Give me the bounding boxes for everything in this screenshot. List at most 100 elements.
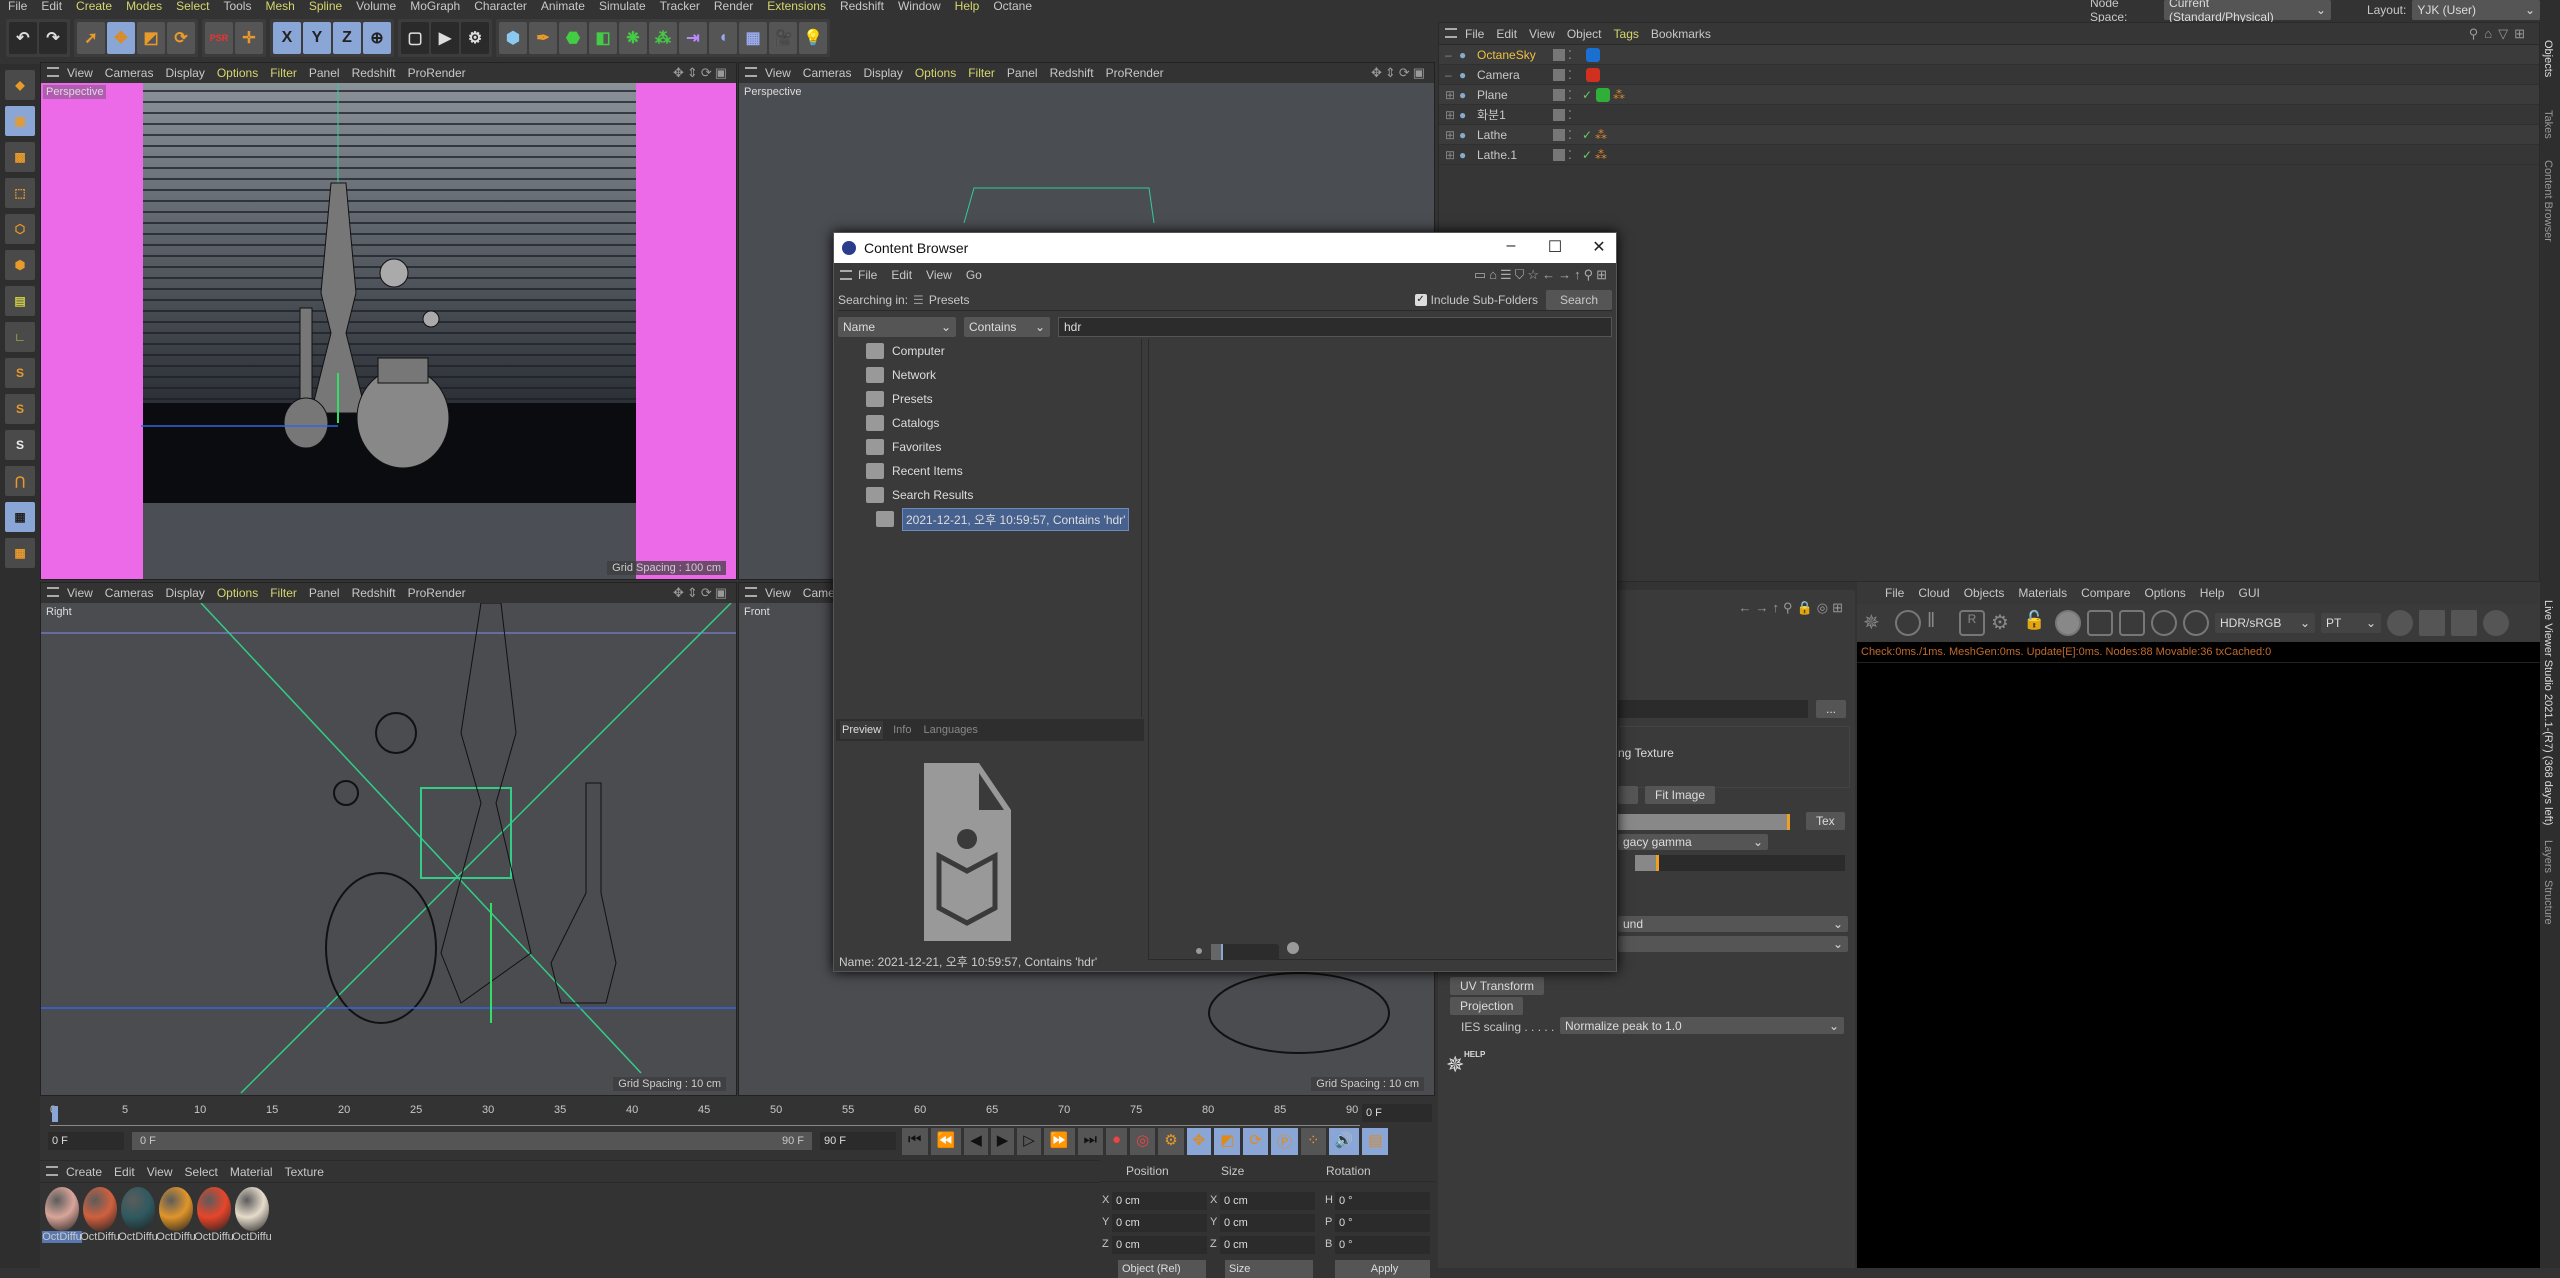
render-dots-icon[interactable]: ⁚ (1568, 128, 1582, 142)
gamma-select[interactable]: gacy gamma ⌄ (1618, 834, 1768, 850)
viewport-menu-panel[interactable]: Panel (1007, 66, 1038, 80)
object-name[interactable]: Lathe.1 (1473, 148, 1553, 162)
color-space-select[interactable]: HDR/sRGB ⌄ (2215, 613, 2315, 633)
coordinate-mode-select[interactable]: Object (Rel) (1118, 1260, 1206, 1278)
render-settings-button[interactable]: ⚙ (461, 22, 489, 54)
menu-animate[interactable]: Animate (541, 0, 585, 14)
viewport-menu-view[interactable]: View (765, 66, 791, 80)
filter-icon[interactable]: ▽ (2498, 26, 2514, 41)
cb-menu-edit[interactable]: Edit (891, 268, 912, 282)
projection-button[interactable]: Projection (1450, 997, 1524, 1015)
search-icon[interactable]: ⚲ (1584, 267, 1597, 282)
go-start-button[interactable]: ⏮ (902, 1128, 928, 1155)
new-panel-icon[interactable]: ⊞ (1596, 267, 1610, 282)
material-menu-edit[interactable]: Edit (114, 1165, 135, 1179)
viewport-menu-view[interactable]: View (67, 586, 93, 600)
menu-select[interactable]: Select (176, 0, 209, 14)
new-panel-icon[interactable]: ⊞ (1832, 600, 1847, 615)
psr-button[interactable]: PSR (205, 22, 233, 54)
viewport-menu-redshift[interactable]: Redshift (352, 66, 396, 80)
timeline-ruler[interactable]: 051015202530354045505560657075808590 (50, 1102, 1360, 1126)
go-end-button[interactable]: ⏭ (1077, 1128, 1104, 1155)
uv-mode-button[interactable]: ▤ (5, 286, 35, 316)
home-icon[interactable]: ⌂ (1489, 267, 1500, 282)
extrude-icon[interactable]: ◧ (589, 22, 617, 54)
material-ball-icon[interactable] (2055, 610, 2081, 636)
workplane-button[interactable]: ▦ (5, 502, 35, 532)
viewport-menu-filter[interactable]: Filter (968, 66, 995, 80)
object-name[interactable]: Plane (1473, 88, 1553, 102)
rotate-tool-button[interactable]: ⟳ (167, 22, 195, 54)
search-icon[interactable]: ⚲ (2469, 26, 2485, 41)
tree-item[interactable]: Favorites (836, 435, 1141, 459)
playhead[interactable] (52, 1106, 58, 1122)
menu-render[interactable]: Render (714, 0, 753, 14)
object-row[interactable]: ⊞ ● Plane ⁚ ✓ ⁂ (1439, 85, 2539, 105)
side-tab[interactable]: Objects (2542, 40, 2554, 77)
object-tag-icon[interactable] (1586, 67, 1600, 82)
power-slider[interactable] (1618, 814, 1790, 830)
field-icon[interactable]: ◖ (709, 22, 737, 54)
home-icon[interactable]: ⌂ (2484, 26, 2498, 41)
node-space-select[interactable]: Current (Standard/Physical) ⌄ (2164, 0, 2331, 24)
coord-size-field[interactable]: 0 cm (1220, 1192, 1315, 1210)
render-dots-icon[interactable]: ⁚ (1568, 148, 1582, 162)
y-axis-button[interactable]: Y (303, 22, 331, 54)
viewport-menu-icon[interactable] (47, 587, 59, 597)
key-position-button[interactable]: ✥ (1186, 1128, 1212, 1155)
viewport-menu-panel[interactable]: Panel (309, 66, 340, 80)
live-menu-materials[interactable]: Materials (2018, 586, 2067, 600)
pause-icon[interactable]: ‖ (1927, 610, 1953, 636)
viewport-menu-redshift[interactable]: Redshift (1050, 66, 1094, 80)
snap-settings-button[interactable]: S (5, 394, 35, 424)
channel-select[interactable]: ⌄ (1618, 936, 1848, 952)
menu-modes[interactable]: Modes (126, 0, 162, 14)
menu-window[interactable]: Window (898, 0, 941, 14)
floor-icon[interactable]: ▦ (739, 22, 767, 54)
magnet-icon[interactable]: ⋂ (5, 466, 35, 496)
live-menu-file[interactable]: File (1885, 586, 1904, 600)
solo-button[interactable]: S (5, 430, 35, 460)
expand-icon[interactable]: ⊞ (1445, 128, 1459, 142)
cb-menu-file[interactable]: File (858, 268, 877, 282)
f-pin-icon[interactable] (2151, 610, 2177, 636)
minimize-button[interactable]: – (1496, 237, 1526, 255)
tab-languages[interactable]: Languages (921, 721, 979, 739)
object-tag-icon[interactable] (1586, 47, 1600, 62)
tab-info[interactable]: Info (891, 721, 913, 739)
subdivision-icon[interactable]: ⬣ (559, 22, 587, 54)
menu-icon[interactable] (46, 1166, 58, 1176)
object-row[interactable]: – ● Camera ⁚ (1439, 65, 2539, 85)
viewport-menu-prorender[interactable]: ProRender (408, 586, 466, 600)
transform-button[interactable]: ✛ (235, 22, 263, 54)
side-tab[interactable]: Live Viewer Studio 2021.1-(R7) (368 days… (2542, 600, 2554, 825)
viewport-menu-filter[interactable]: Filter (270, 586, 297, 600)
menu-create[interactable]: Create (76, 0, 112, 14)
uv-transform-button[interactable]: UV Transform (1450, 977, 1545, 995)
expand-icon[interactable]: – (1445, 68, 1459, 82)
coord-rot-field[interactable]: 0 ° (1335, 1214, 1430, 1232)
undo-button[interactable]: ↶ (9, 22, 37, 54)
maximize-button[interactable]: ☐ (1540, 237, 1570, 257)
material-menu-material[interactable]: Material (230, 1165, 273, 1179)
viewport-menu-display[interactable]: Display (165, 586, 204, 600)
favorites-icon[interactable]: ☆ (1527, 267, 1542, 282)
search-result-item[interactable]: 2021-12-21, 오후 10:59:57, Contains 'hdr' (836, 507, 1141, 531)
material-swatch[interactable]: OctDiffu (156, 1187, 196, 1243)
up-icon[interactable]: ↑ (1574, 267, 1584, 282)
menu-tracker[interactable]: Tracker (660, 0, 700, 14)
viewport-nav-icons[interactable]: ✥⇕⟳▣ (673, 65, 730, 81)
end-frame-field[interactable]: 90 F (820, 1132, 896, 1150)
menu-icon[interactable] (840, 270, 852, 280)
camera-icon[interactable]: 🎥 (769, 22, 797, 54)
cloner-icon[interactable]: ❋ (619, 22, 647, 54)
keyframe-selection-button[interactable]: ⚙ (1158, 1128, 1184, 1155)
redo-button[interactable]: ↷ (39, 22, 67, 54)
target-icon[interactable]: ◎ (1817, 600, 1832, 615)
material-tag-icon[interactable]: ⁂ (1595, 128, 1607, 142)
visibility-toggle[interactable] (1553, 148, 1565, 161)
autokey-button[interactable]: ◎ (1130, 1128, 1156, 1155)
render-dots-icon[interactable]: ⁚ (1568, 68, 1582, 82)
play-button[interactable]: ▶ (990, 1128, 1015, 1155)
render-view-button[interactable]: ▢ (401, 22, 429, 54)
